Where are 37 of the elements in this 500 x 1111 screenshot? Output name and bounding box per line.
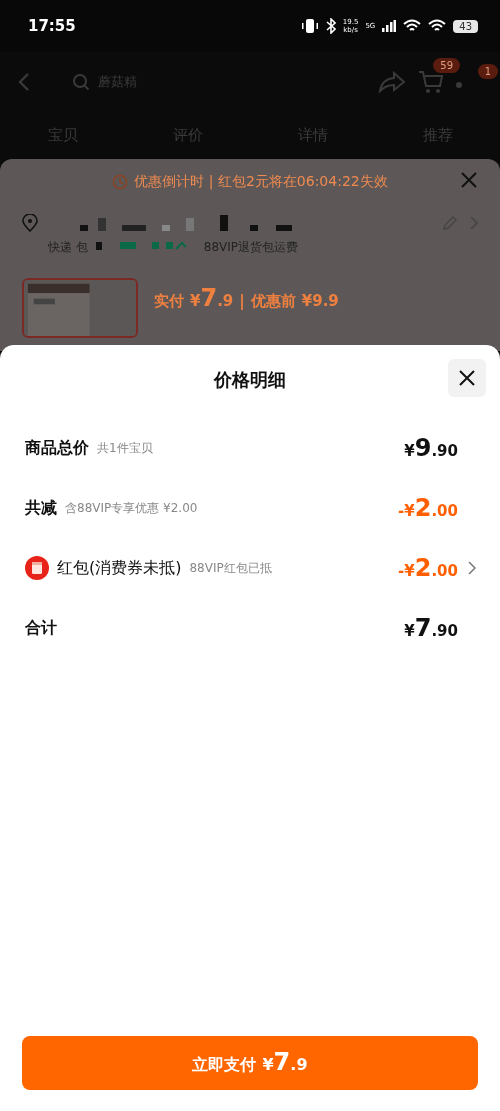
vibrate-icon [300,18,319,34]
row-label: 共减 [25,497,57,519]
close-button[interactable] [448,359,486,397]
close-icon [458,369,476,387]
row-note: 共1件宝贝 [97,439,154,457]
location-icon [22,214,38,232]
pay-button[interactable]: 立即支付 ¥7.9 [22,1036,478,1090]
signal-icon [382,20,397,32]
chevron-right-icon[interactable] [468,561,476,575]
paid-price: 实付 ¥7.9 | 优惠前 ¥9.9 [154,283,339,314]
row-amount: -¥2.00 [398,494,458,522]
row-label: 商品总价 [25,437,89,459]
more-icon[interactable] [456,82,462,88]
row-label: 合计 [25,617,57,639]
clock-icon [112,174,129,190]
battery-level: 43 [453,19,478,33]
row-amount: ¥9.90 [404,434,458,462]
wifi-icon [403,19,422,33]
row-amount: ¥7.90 [404,614,458,642]
share-icon[interactable] [378,71,406,93]
countdown-text: 优惠倒计时 | 红包2元将在06:04:22失效 [134,173,388,191]
back-icon[interactable] [18,72,30,92]
bluetooth-icon [325,18,336,34]
edit-icon[interactable] [442,215,458,231]
search-icon[interactable] [72,73,90,91]
sheet-title: 价格明细 [214,368,286,392]
wifi-icon [428,19,447,33]
row-label: 红包(消费券未抵) [57,557,182,579]
close-icon[interactable] [460,171,478,189]
row-amount: -¥2.00 [398,554,458,582]
clock: 17:55 [28,17,77,35]
message-count-badge: 1 [477,64,498,79]
cart-icon[interactable] [418,70,444,94]
row-note: 含88VIP专享优惠 ¥2.00 [65,499,199,517]
cart-count-badge: 59 [433,58,460,73]
row-note: 88VIP红包已抵 [189,559,273,577]
envelope-icon [25,556,49,580]
